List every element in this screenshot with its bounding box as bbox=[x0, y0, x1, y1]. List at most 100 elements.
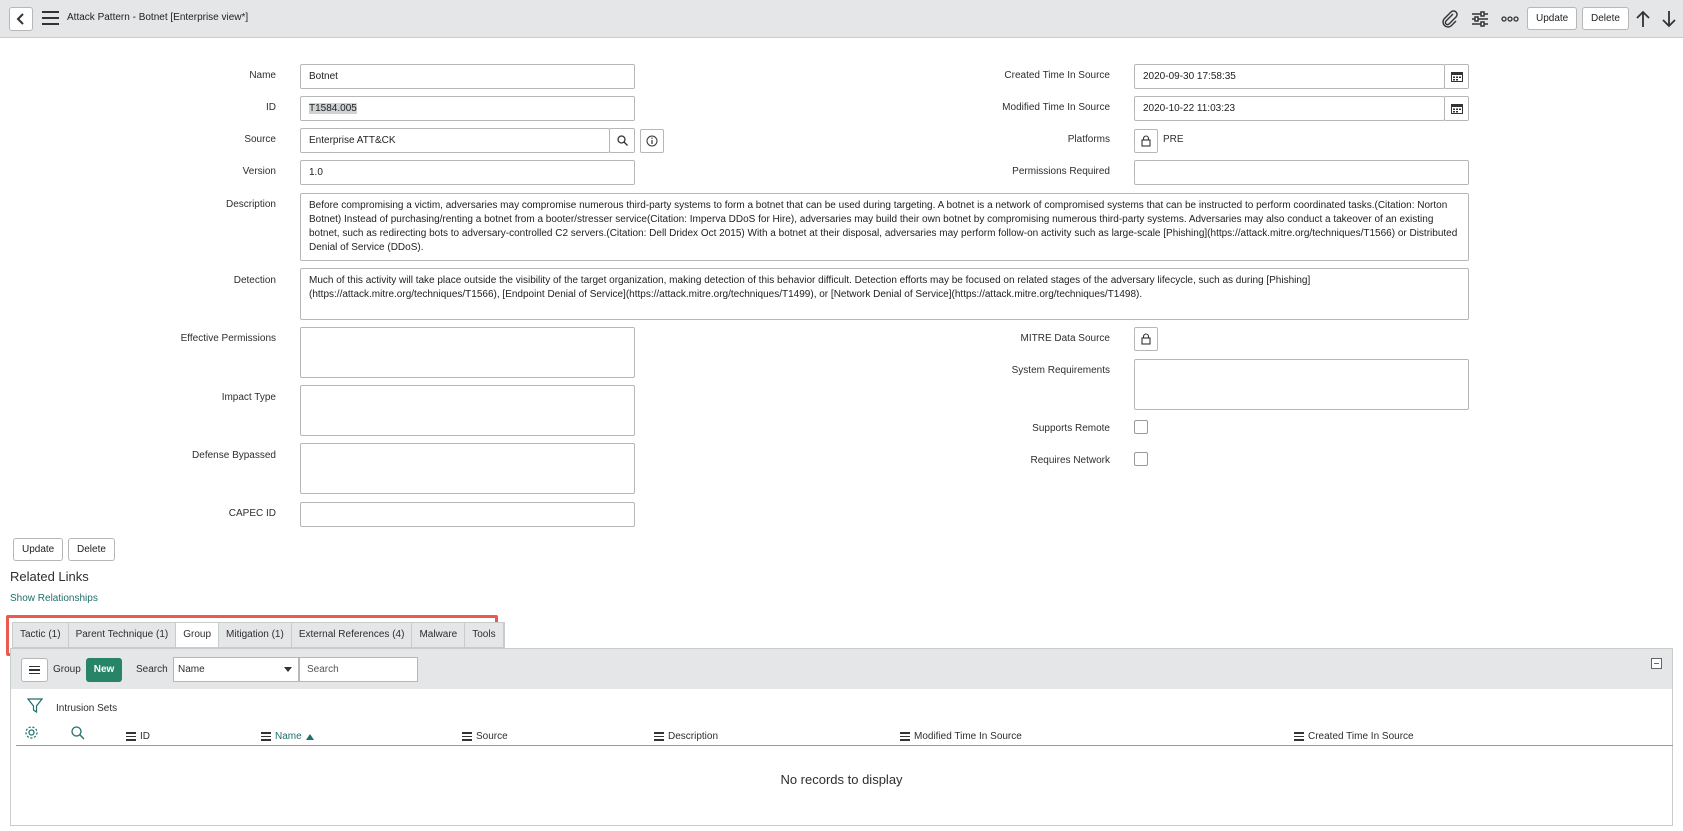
column-label: Description bbox=[668, 731, 719, 742]
version-field[interactable]: 1.0 bbox=[300, 160, 635, 185]
source-info-button[interactable] bbox=[640, 129, 664, 153]
supports-remote-label: Supports Remote bbox=[1032, 423, 1110, 434]
effective-permissions-label: Effective Permissions bbox=[180, 333, 276, 344]
info-icon bbox=[646, 135, 658, 147]
column-header-description[interactable]: Description bbox=[654, 731, 718, 742]
created-time-field[interactable]: 2020-09-30 17:58:35 bbox=[1134, 64, 1445, 89]
column-label: Name bbox=[275, 731, 302, 742]
show-relationships-link[interactable]: Show Relationships bbox=[10, 593, 98, 604]
settings-sliders-icon[interactable] bbox=[1471, 10, 1489, 28]
search-field-select-value: Name bbox=[178, 664, 205, 675]
chevron-left-icon bbox=[16, 13, 24, 25]
id-field[interactable]: T1584.005 bbox=[300, 96, 635, 121]
column-menu-icon[interactable] bbox=[654, 732, 664, 741]
new-button[interactable]: New bbox=[86, 658, 122, 682]
name-label: Name bbox=[249, 70, 276, 81]
sort-ascending-icon bbox=[305, 733, 314, 740]
delete-button[interactable]: Delete bbox=[1582, 7, 1629, 30]
search-field-select[interactable]: Name bbox=[173, 657, 299, 682]
detection-label: Detection bbox=[233, 275, 276, 286]
version-label: Version bbox=[242, 166, 276, 177]
capec-id-field[interactable] bbox=[300, 502, 635, 527]
permissions-required-field[interactable] bbox=[1134, 160, 1469, 185]
tab-malware[interactable]: Malware bbox=[412, 623, 466, 647]
source-label: Source bbox=[244, 134, 276, 145]
column-menu-icon[interactable] bbox=[126, 732, 136, 741]
column-label: Modified Time In Source bbox=[914, 731, 1022, 742]
group-related-list: Group New Search Name Search Intrusion S… bbox=[10, 648, 1673, 826]
filter-icon[interactable] bbox=[27, 698, 43, 714]
tab-external-references[interactable]: External References (4) bbox=[292, 623, 413, 647]
modified-time-calendar-button[interactable] bbox=[1444, 96, 1469, 121]
search-icon bbox=[616, 135, 628, 146]
list-search-input[interactable]: Search bbox=[299, 657, 418, 682]
created-time-label: Created Time In Source bbox=[1004, 70, 1110, 81]
update-button[interactable]: Update bbox=[1527, 7, 1578, 30]
update-button-bottom[interactable]: Update bbox=[13, 538, 64, 561]
name-field[interactable]: Botnet bbox=[300, 64, 635, 89]
column-header-created-time[interactable]: Created Time In Source bbox=[1294, 731, 1414, 742]
impact-type-field[interactable] bbox=[300, 385, 635, 436]
system-requirements-field[interactable] bbox=[1134, 359, 1469, 410]
list-breadcrumb[interactable]: Intrusion Sets bbox=[56, 703, 117, 714]
column-label: Source bbox=[476, 731, 508, 742]
empty-list-message: No records to display bbox=[780, 772, 903, 787]
modified-time-label: Modified Time In Source bbox=[1002, 102, 1110, 113]
tab-group[interactable]: Group bbox=[176, 623, 220, 647]
effective-permissions-field[interactable] bbox=[300, 327, 635, 378]
column-menu-icon[interactable] bbox=[462, 732, 472, 741]
more-options-icon[interactable] bbox=[1501, 10, 1519, 28]
column-header-modified-time[interactable]: Modified Time In Source bbox=[900, 731, 1022, 742]
gear-icon[interactable] bbox=[24, 725, 39, 740]
column-menu-icon[interactable] bbox=[261, 732, 271, 741]
tab-mitigation[interactable]: Mitigation (1) bbox=[219, 623, 292, 647]
column-header-source[interactable]: Source bbox=[462, 731, 508, 742]
id-label: ID bbox=[266, 102, 276, 113]
list-toolbar: Group New Search Name Search bbox=[11, 649, 1672, 689]
arrow-up-icon[interactable] bbox=[1634, 10, 1652, 28]
tab-tools[interactable]: Tools bbox=[465, 623, 504, 647]
back-button[interactable] bbox=[9, 7, 33, 31]
mitre-data-source-unlock-button[interactable] bbox=[1134, 327, 1158, 351]
created-time-calendar-button[interactable] bbox=[1444, 64, 1469, 89]
arrow-down-icon[interactable] bbox=[1660, 10, 1678, 28]
requires-network-checkbox[interactable] bbox=[1134, 452, 1148, 466]
menu-icon[interactable] bbox=[42, 11, 59, 25]
lock-icon bbox=[1141, 333, 1151, 345]
column-menu-icon[interactable] bbox=[1294, 732, 1304, 741]
dropdown-arrow-icon bbox=[284, 667, 292, 672]
list-menu-button[interactable] bbox=[21, 658, 48, 682]
permissions-required-label: Permissions Required bbox=[1012, 166, 1110, 177]
system-requirements-label: System Requirements bbox=[1011, 365, 1110, 376]
description-field[interactable]: Before compromising a victim, adversarie… bbox=[300, 193, 1469, 261]
impact-type-label: Impact Type bbox=[221, 392, 276, 403]
source-field[interactable]: Enterprise ATT&CK bbox=[300, 128, 610, 153]
calendar-icon bbox=[1450, 104, 1463, 114]
calendar-icon bbox=[1450, 72, 1463, 82]
defense-bypassed-field[interactable] bbox=[300, 443, 635, 494]
column-menu-icon[interactable] bbox=[900, 732, 910, 741]
lock-icon bbox=[1141, 135, 1151, 147]
form-header: Attack Pattern - Botnet [Enterprise view… bbox=[0, 0, 1683, 38]
tab-parent-technique[interactable]: Parent Technique (1) bbox=[69, 623, 177, 647]
platforms-label: Platforms bbox=[1067, 134, 1110, 145]
search-label: Search bbox=[136, 664, 168, 675]
related-list-tabs: Tactic (1) Parent Technique (1) Group Mi… bbox=[12, 622, 505, 648]
defense-bypassed-label: Defense Bypassed bbox=[192, 450, 276, 461]
delete-button-bottom[interactable]: Delete bbox=[68, 538, 115, 561]
detection-field[interactable]: Much of this activity will take place ou… bbox=[300, 268, 1469, 320]
column-header-id[interactable]: ID bbox=[126, 731, 150, 742]
search-icon[interactable] bbox=[71, 726, 85, 740]
tab-tactic[interactable]: Tactic (1) bbox=[13, 623, 69, 647]
attachment-icon[interactable] bbox=[1441, 10, 1459, 28]
supports-remote-checkbox[interactable] bbox=[1134, 420, 1148, 434]
collapse-icon[interactable] bbox=[1651, 658, 1662, 669]
mitre-data-source-label: MITRE Data Source bbox=[1020, 333, 1110, 344]
list-title: Group bbox=[53, 664, 81, 675]
requires-network-label: Requires Network bbox=[1030, 455, 1110, 466]
source-lookup-button[interactable] bbox=[609, 128, 635, 153]
platforms-unlock-button[interactable] bbox=[1134, 129, 1158, 153]
column-header-name[interactable]: Name bbox=[261, 731, 314, 742]
form-title: Attack Pattern - Botnet [Enterprise view… bbox=[67, 12, 249, 23]
modified-time-field[interactable]: 2020-10-22 11:03:23 bbox=[1134, 96, 1445, 121]
